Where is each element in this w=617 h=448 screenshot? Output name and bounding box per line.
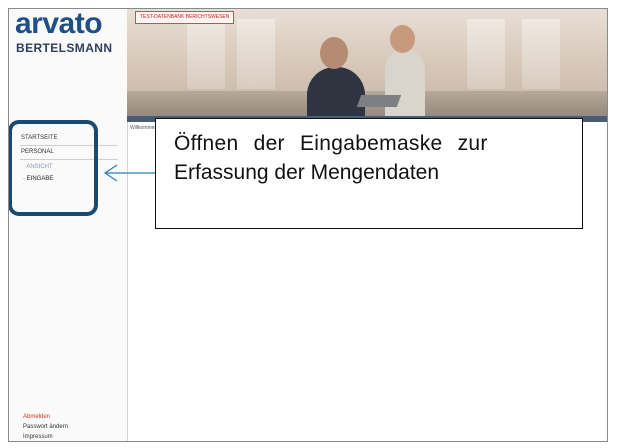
callout-text-line2: Erfassung der Mengendaten [174, 161, 440, 184]
banner-window-decoration [467, 19, 505, 89]
footer-link-logout[interactable]: Abmelden [23, 414, 50, 420]
header-banner: TEST-DATENBANK BERICHTSWESEN [127, 9, 607, 122]
photo-person-left [307, 67, 365, 122]
arvato-logo: arvato [15, 8, 103, 40]
highlight-box [9, 120, 98, 216]
footer-link-imprint[interactable]: Impressum [23, 434, 53, 440]
photo-laptop [356, 95, 402, 107]
annotation-callout: Öffnen der Eingabemaske zur Erfassung de… [155, 118, 583, 229]
content-heading: Willkommen [130, 125, 158, 131]
banner-window-decoration [237, 19, 275, 89]
bertelsmann-logo: BERTELSMANN [16, 41, 113, 55]
callout-text-line1: Öffnen der Eingabemaske zur [174, 132, 488, 155]
banner-window-decoration [187, 19, 225, 89]
photo-person-right [385, 49, 425, 122]
footer-link-change-password[interactable]: Passwort ändern [23, 424, 68, 430]
sidebar: arvato BERTELSMANN STARTSEITE PERSONAL A… [9, 9, 128, 441]
photo-person-right-head [390, 25, 415, 53]
environment-badge: TEST-DATENBANK BERICHTSWESEN [135, 11, 235, 24]
photo-person-left-head [320, 37, 348, 69]
banner-window-decoration [522, 19, 560, 89]
